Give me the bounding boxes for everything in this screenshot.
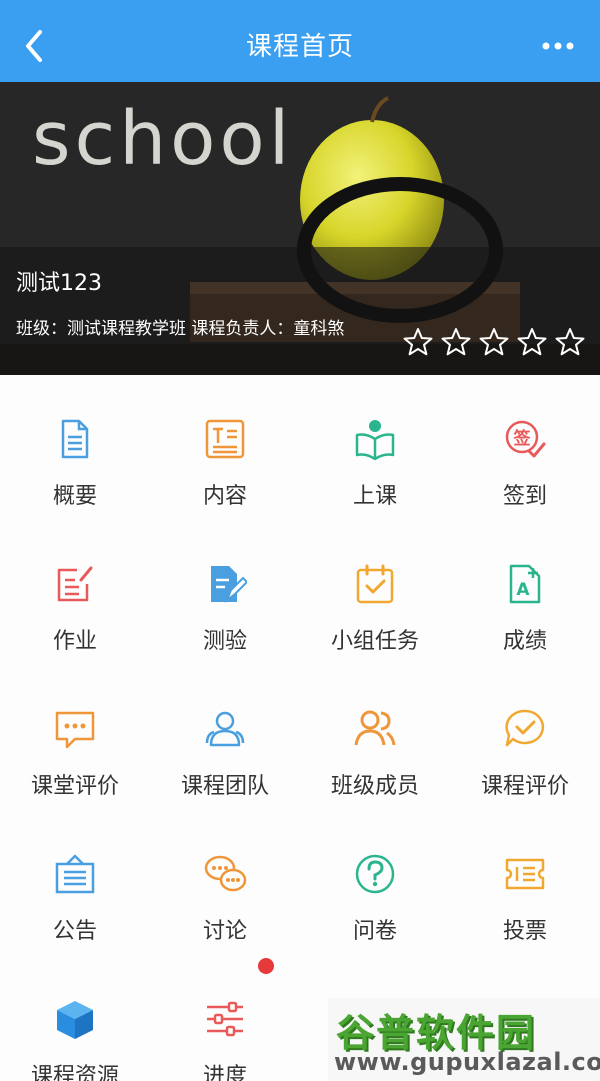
menu-item-class-members[interactable]: 班级成员 xyxy=(300,665,450,810)
menu-item-progress[interactable]: 进度 xyxy=(150,955,300,1081)
menu-item-label: 成绩 xyxy=(502,629,547,654)
menu-item-label: 签到 xyxy=(502,484,547,509)
class-comment-icon xyxy=(55,711,95,749)
menu-item-label: 讨论 xyxy=(202,919,247,944)
menu-item-discussion[interactable]: 讨论 xyxy=(150,810,300,955)
grade-a-plus-icon: A xyxy=(509,564,541,604)
menu-item-homework[interactable]: 作业 xyxy=(0,520,150,665)
menu-item-vote[interactable]: 投票 xyxy=(450,810,600,955)
menu-item-label: 课程团队 xyxy=(180,774,269,799)
course-review-check-icon xyxy=(505,709,545,747)
menu-item-grades[interactable]: A 成绩 xyxy=(450,520,600,665)
discussion-chat-icon xyxy=(204,855,247,892)
course-info: 班级：测试课程教学班 课程负责人：童科煞 xyxy=(16,319,345,339)
menu-item-content[interactable]: 内容 xyxy=(150,375,300,520)
menu-item-label: 作业 xyxy=(52,629,97,654)
star-icon[interactable] xyxy=(440,326,472,358)
menu-item-course-evaluation[interactable]: 课程评价 xyxy=(450,665,600,810)
back-button[interactable] xyxy=(14,24,58,68)
svg-text:签: 签 xyxy=(513,428,532,449)
menu-item-class-evaluation[interactable]: 课堂评价 xyxy=(0,665,150,810)
members-icon xyxy=(354,710,396,746)
top-app-bar: 课程首页 xyxy=(0,0,600,90)
watermark: 谷普软件园 www.gupuxlazal.com xyxy=(328,998,600,1081)
menu-item-label: 小组任务 xyxy=(330,629,419,654)
menu-item-label: 班级成员 xyxy=(330,774,419,799)
announcement-icon xyxy=(55,854,95,894)
star-icon[interactable] xyxy=(516,326,548,358)
homework-edit-icon xyxy=(57,566,93,602)
menu-item-label: 概要 xyxy=(52,484,97,509)
menu-item-label: 内容 xyxy=(202,484,247,509)
menu-item-course-team[interactable]: 课程团队 xyxy=(150,665,300,810)
checkin-stamp-icon: 签 xyxy=(505,420,546,458)
more-options-button[interactable] xyxy=(538,34,578,58)
menu-item-label: 公告 xyxy=(52,919,97,944)
menu-item-class[interactable]: 上课 xyxy=(300,375,450,520)
menu-item-label: 课堂评价 xyxy=(30,774,119,799)
vote-ticket-icon xyxy=(505,858,545,890)
menu-item-label: 投票 xyxy=(502,919,547,944)
content-list-icon xyxy=(205,419,245,459)
progress-sliders-icon xyxy=(207,1001,243,1037)
course-banner: school 测试123 班级：测试课程教学班 课程负责人：童科煞 xyxy=(0,82,600,375)
rating-stars[interactable] xyxy=(402,326,586,358)
resource-cube-icon xyxy=(57,1001,93,1039)
class-reader-icon xyxy=(355,420,395,461)
quiz-pen-icon xyxy=(211,566,247,603)
menu-item-label: 上课 xyxy=(352,484,397,509)
course-name: 测试123 xyxy=(16,271,102,296)
menu-item-checkin[interactable]: 签 签到 xyxy=(450,375,600,520)
chevron-left-icon xyxy=(26,30,42,62)
page-title: 课程首页 xyxy=(245,32,354,62)
menu-item-summary[interactable]: 概要 xyxy=(0,375,150,520)
svg-text:A: A xyxy=(516,580,530,600)
team-people-icon xyxy=(205,711,245,747)
watermark-url: www.gupuxlazal.com xyxy=(334,1048,600,1076)
survey-question-icon xyxy=(355,854,395,894)
menu-item-label: 进度 xyxy=(202,1064,247,1081)
menu-item-label: 课程资源 xyxy=(30,1064,119,1081)
menu-item-group-task[interactable]: 小组任务 xyxy=(300,520,450,665)
menu-item-survey[interactable]: 问卷 xyxy=(300,810,450,955)
star-icon[interactable] xyxy=(554,326,586,358)
menu-item-quiz[interactable]: 测验 xyxy=(150,520,300,665)
star-icon[interactable] xyxy=(402,326,434,358)
notification-dot xyxy=(258,958,274,974)
menu-item-announcement[interactable]: 公告 xyxy=(0,810,150,955)
more-dots-icon xyxy=(542,42,574,50)
menu-item-course-resources[interactable]: 课程资源 xyxy=(0,955,150,1081)
summary-doc-icon xyxy=(61,419,89,459)
chalk-text: school xyxy=(32,96,293,182)
menu-item-label: 测验 xyxy=(202,629,247,654)
group-task-calendar-icon xyxy=(356,564,394,604)
star-icon[interactable] xyxy=(478,326,510,358)
menu-item-label: 课程评价 xyxy=(480,774,569,799)
menu-item-label: 问卷 xyxy=(352,919,397,944)
